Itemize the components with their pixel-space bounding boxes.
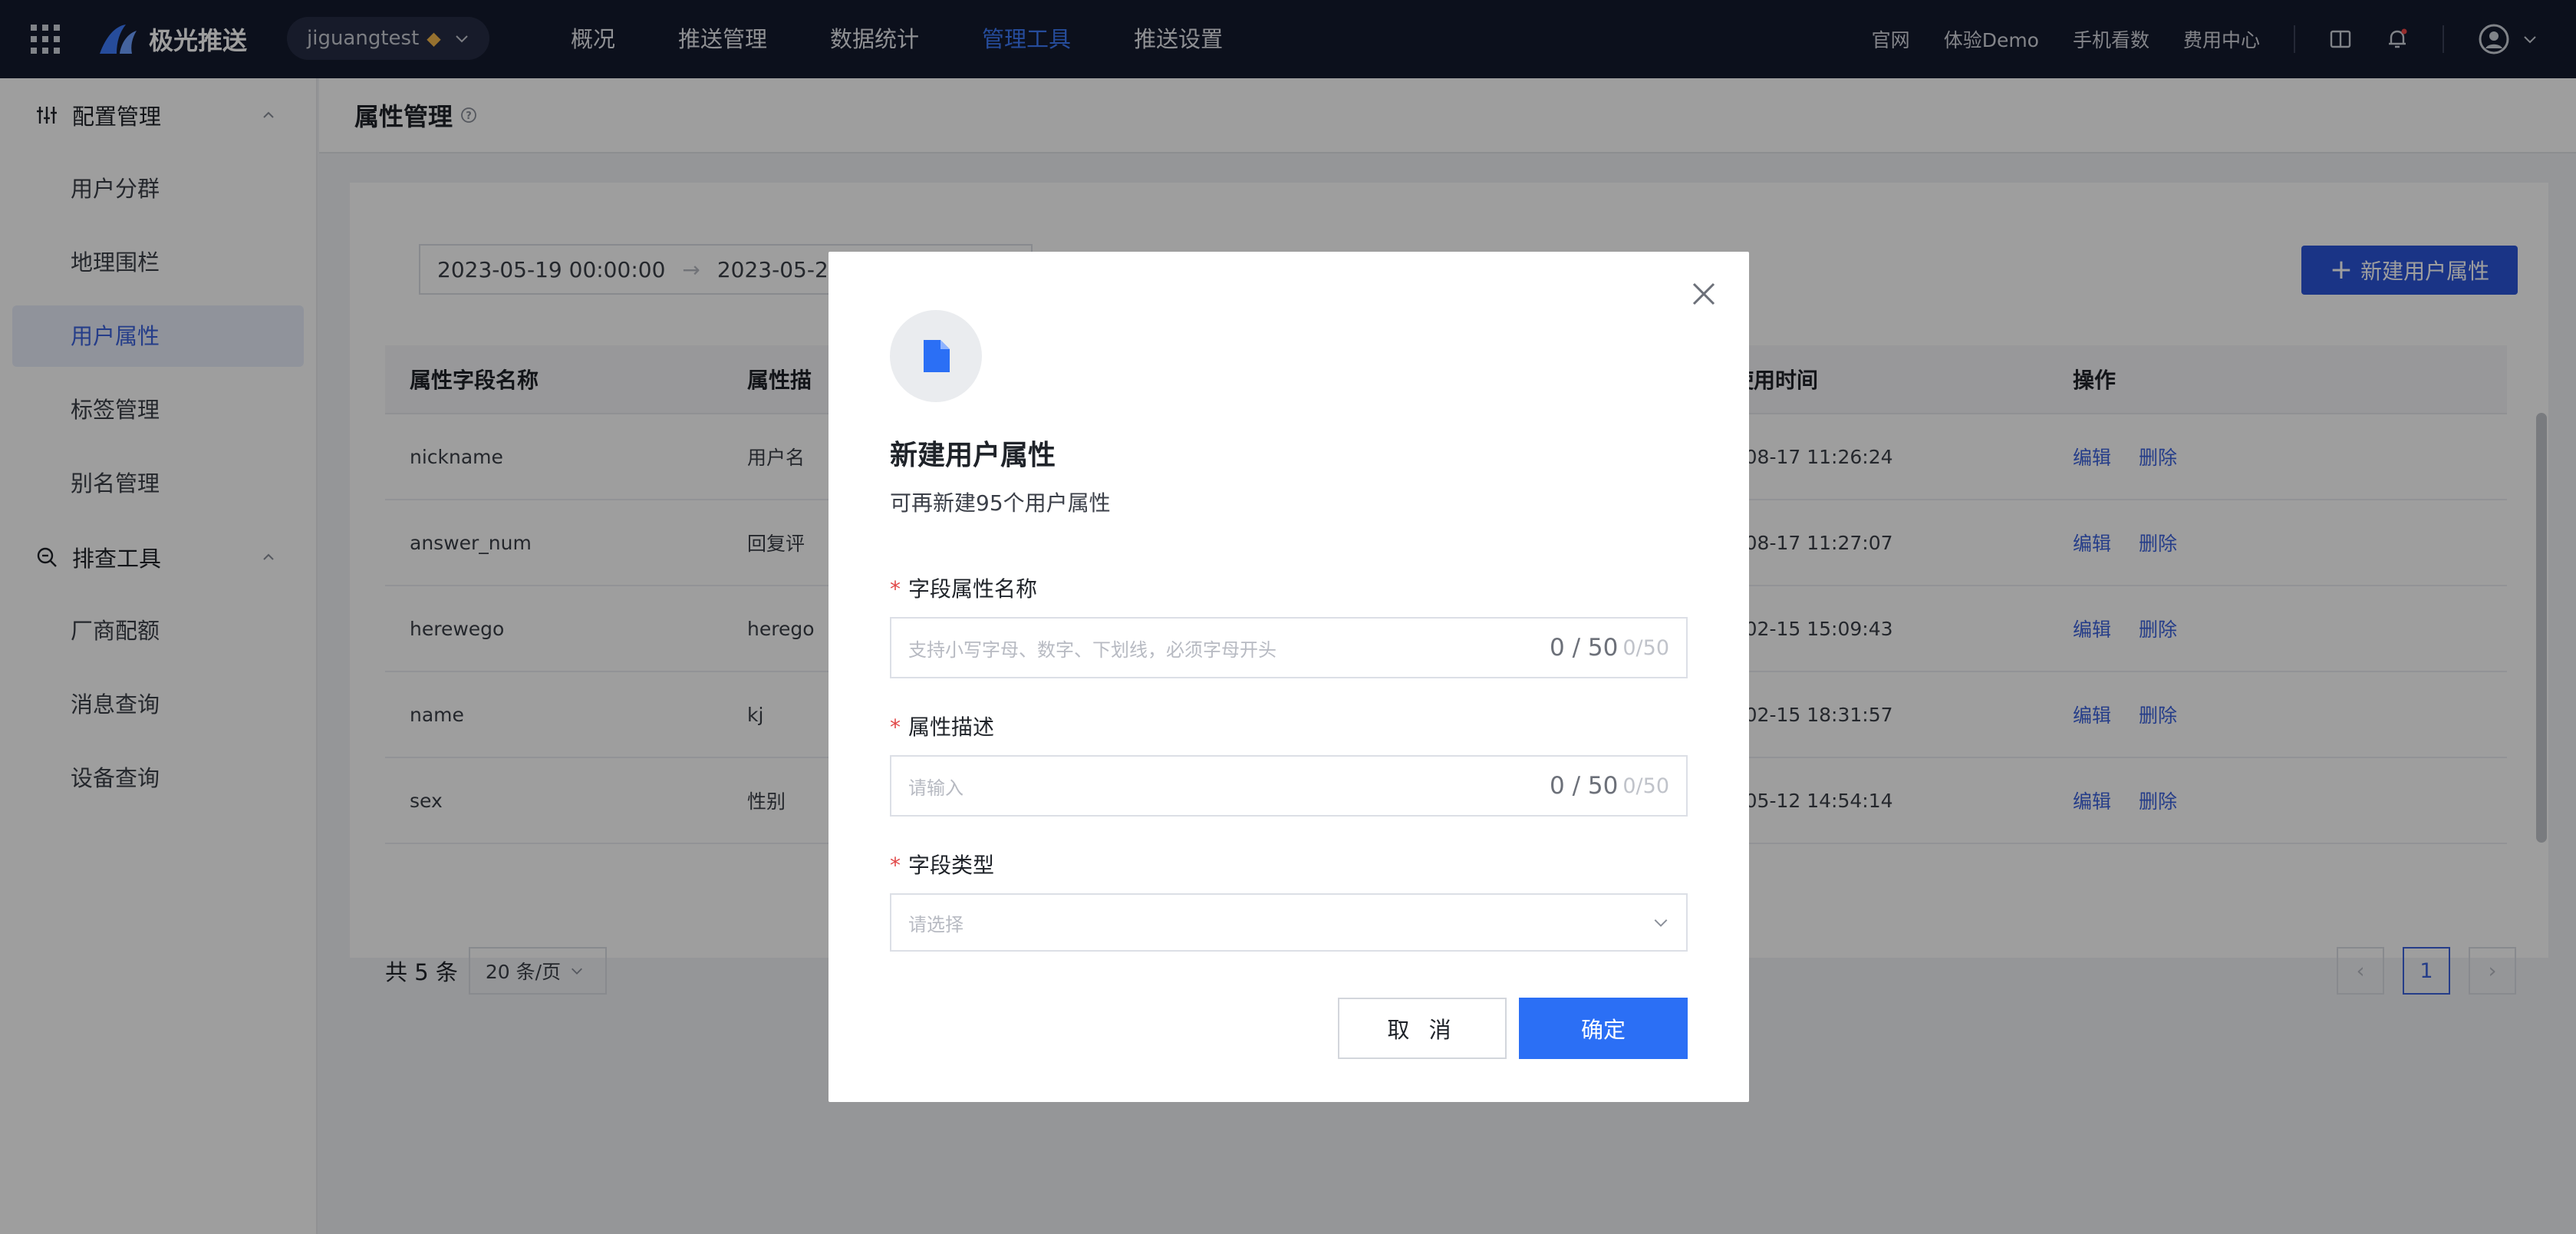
dialog-subtitle: 可再新建95个用户属性 xyxy=(890,490,1111,516)
dialog-icon xyxy=(890,310,982,402)
description-label: * 属性描述 xyxy=(890,714,995,740)
char-counter-small: 0/50 xyxy=(1622,635,1669,660)
chevron-down-icon xyxy=(1654,919,1668,927)
new-attribute-dialog: 新建用户属性 可再新建95个用户属性 * 字段属性名称 支持小写字母、数字、下划线… xyxy=(828,252,1749,1102)
description-placeholder: 请输入 xyxy=(908,777,964,799)
char-counter: 0 / 50 xyxy=(1550,634,1619,662)
description-input[interactable]: 请输入 0 / 50 0/50 xyxy=(890,755,1688,817)
field-type-label: * 字段类型 xyxy=(890,853,995,878)
close-icon[interactable] xyxy=(1689,279,1718,308)
cancel-button[interactable]: 取 消 xyxy=(1338,998,1507,1059)
confirm-button[interactable]: 确定 xyxy=(1519,998,1688,1059)
field-type-select[interactable]: 请选择 xyxy=(890,893,1688,952)
dialog-title: 新建用户属性 xyxy=(890,440,1056,471)
char-counter: 0 / 50 xyxy=(1550,772,1619,800)
field-name-input[interactable]: 支持小写字母、数字、下划线，必须字母开头 0 / 50 0/50 xyxy=(890,617,1688,678)
field-type-placeholder: 请选择 xyxy=(908,913,964,935)
field-name-placeholder: 支持小写字母、数字、下划线，必须字母开头 xyxy=(908,638,1276,661)
field-name-label: * 字段属性名称 xyxy=(890,576,1038,602)
char-counter-small: 0/50 xyxy=(1622,774,1669,798)
document-icon xyxy=(924,340,950,372)
